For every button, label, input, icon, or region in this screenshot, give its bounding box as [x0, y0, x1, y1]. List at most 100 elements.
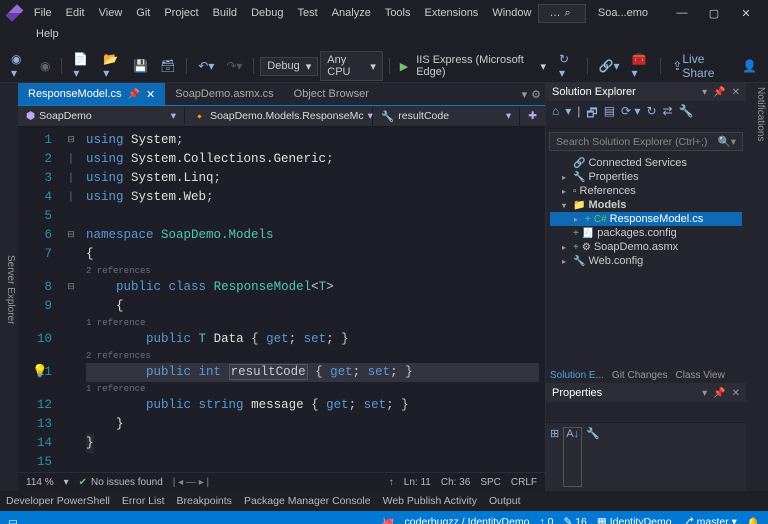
tab-web-publish[interactable]: Web Publish Activity — [383, 495, 477, 507]
menu-build[interactable]: Build — [206, 4, 244, 22]
minimize-button[interactable]: — — [666, 0, 698, 26]
liveshare-button[interactable]: ⇪ Live Share — [667, 49, 735, 83]
codelens[interactable]: 1 reference — [86, 382, 539, 396]
feedback-button[interactable]: 👤 — [737, 56, 762, 76]
tab-class-view[interactable]: Class View — [676, 370, 725, 381]
open-button[interactable]: 📂▾ — [98, 49, 126, 83]
menu-window[interactable]: Window — [485, 4, 538, 22]
browser-link-button[interactable]: 🔗▾ — [594, 56, 625, 76]
panel-dropdown-icon[interactable]: ▾ — [702, 87, 707, 98]
tab-soapdemo-asmx[interactable]: SoapDemo.asmx.cs — [165, 83, 283, 105]
nav-member[interactable]: 🔧resultCode▾ — [373, 108, 520, 125]
spaces-indicator[interactable]: SPC — [480, 477, 501, 488]
se-home-icon[interactable]: ⌂ — [552, 104, 559, 125]
tab-dev-powershell[interactable]: Developer PowerShell — [6, 495, 110, 507]
menu-git[interactable]: Git — [129, 4, 157, 22]
panel-dropdown-icon[interactable]: ▾ — [702, 388, 707, 399]
codelens[interactable]: 2 references — [86, 264, 539, 278]
menu-edit[interactable]: Edit — [59, 4, 92, 22]
menu-debug[interactable]: Debug — [244, 4, 290, 22]
close-tab-icon[interactable]: ✕ — [146, 88, 155, 101]
prop-cat-icon[interactable]: ⊞ — [550, 427, 559, 487]
pin-icon[interactable]: 📌 — [713, 87, 725, 98]
tab-package-manager[interactable]: Package Manager Console — [244, 495, 371, 507]
tree-web-config[interactable]: ▸🔧Web.config — [550, 254, 742, 268]
split-icon[interactable]: ✚ — [520, 108, 545, 124]
config-select[interactable]: Debug▾ — [260, 57, 318, 76]
prop-sort-icon[interactable]: A↓ — [563, 427, 582, 487]
issues-status[interactable]: No issues found — [91, 477, 163, 488]
se-b1-icon[interactable]: ⟳ ▾ — [621, 104, 640, 125]
se-wrench-icon[interactable]: 🔧 — [679, 104, 694, 125]
sync-status[interactable]: ↑ 0 — [539, 516, 553, 524]
pin-icon[interactable]: 📌 — [128, 89, 140, 100]
tree-properties[interactable]: ▸🔧Properties — [550, 170, 742, 184]
tab-solution-explorer[interactable]: Solution E... — [550, 370, 604, 381]
tab-server-explorer[interactable]: Server Explorer — [3, 251, 18, 328]
tab-breakpoints[interactable]: Breakpoints — [176, 495, 231, 507]
menu-project[interactable]: Project — [157, 4, 205, 22]
menu-file[interactable]: File — [27, 4, 59, 22]
save-button[interactable]: 💾 — [128, 56, 153, 76]
se-refresh-icon[interactable]: ↻ — [646, 104, 656, 125]
refresh-button[interactable]: ↻ ▾ — [554, 49, 581, 83]
menu-tools[interactable]: Tools — [378, 4, 418, 22]
tree-soapdemo-asmx[interactable]: ▸+⚙SoapDemo.asmx — [550, 240, 742, 254]
run-target-select[interactable]: IIS Express (Microsoft Edge)▾ — [410, 52, 552, 80]
menu-analyze[interactable]: Analyze — [325, 4, 378, 22]
se-sync-icon[interactable]: 🗗 — [586, 104, 597, 125]
char-indicator[interactable]: Ch: 36 — [441, 477, 470, 488]
line-indicator[interactable]: Ln: 11 — [404, 477, 431, 488]
new-item-button[interactable]: 📄▾ — [68, 49, 96, 83]
output-window-icon[interactable]: ▭ — [8, 516, 18, 524]
commits-status[interactable]: ✎ 16 — [563, 516, 586, 524]
nav-class[interactable]: 🔸SoapDemo.Models.ResponseMc▾ — [185, 108, 373, 125]
notifications-icon[interactable]: 🔔 — [747, 516, 760, 524]
source[interactable]: using System; using System.Collections.G… — [80, 127, 545, 472]
se-switch-icon[interactable]: ▾ — [565, 104, 571, 125]
tab-responsemodel[interactable]: ResponseModel.cs📌✕ — [18, 83, 165, 105]
menu-view[interactable]: View — [92, 4, 130, 22]
nav-project[interactable]: ⬢SoapDemo▾ — [18, 108, 185, 124]
menu-help[interactable]: Help — [14, 25, 66, 43]
fold-gutter[interactable]: ⊟│││⊟⊟ — [62, 127, 80, 472]
nav-back-button[interactable]: ◉ ▾ — [6, 49, 33, 83]
quick-search-input[interactable]: …⌕ — [538, 4, 585, 23]
tab-overflow-icon[interactable]: ▾ — [522, 88, 528, 101]
platform-select[interactable]: Any CPU▾ — [320, 51, 383, 81]
branch-indicator[interactable]: ⎇ master ▾ — [682, 516, 737, 524]
tab-gear-icon[interactable]: ⚙ — [531, 88, 541, 101]
close-panel-icon[interactable]: ✕ — [732, 87, 740, 98]
solution-search-input[interactable]: Search Solution Explorer (Ctrl+;)🔍▾ — [549, 132, 743, 151]
tree-models-folder[interactable]: ▾📁Models — [550, 198, 742, 212]
lightbulb-icon[interactable]: 💡 — [32, 363, 48, 382]
selected-identifier[interactable]: resultCode — [229, 364, 308, 380]
tab-git-changes[interactable]: Git Changes — [612, 370, 668, 381]
solution-tree[interactable]: 🔗Connected Services ▸🔧Properties ▸▫Refer… — [546, 154, 746, 368]
pin-icon[interactable]: 📌 — [713, 388, 725, 399]
close-button[interactable]: ✕ — [730, 0, 762, 26]
codelens[interactable]: 2 references — [86, 349, 539, 363]
run-button[interactable]: ▶ — [400, 60, 408, 73]
zoom-level[interactable]: 114 % — [26, 477, 54, 488]
codelens[interactable]: 1 reference — [86, 316, 539, 330]
code-editor[interactable]: 123456789101112131415 ⊟│││⊟⊟ using Syste… — [18, 127, 545, 472]
error-nav[interactable]: | ◂ — ▸ | — [173, 477, 209, 488]
se-tree-icon[interactable]: ▤ — [604, 104, 615, 125]
undo-button[interactable]: ↶▾ — [193, 56, 219, 76]
tree-references[interactable]: ▸▫References — [550, 184, 742, 198]
redo-button[interactable]: ↷▾ — [221, 56, 247, 76]
tab-object-browser[interactable]: Object Browser — [284, 83, 379, 105]
tab-error-list[interactable]: Error List — [122, 495, 165, 507]
tab-output[interactable]: Output — [489, 495, 521, 507]
save-all-button[interactable]: 🗃 — [155, 56, 180, 76]
lineending-indicator[interactable]: CRLF — [511, 477, 537, 488]
nav-fwd-button[interactable]: ◉ — [35, 56, 55, 76]
tree-packages-config[interactable]: +🧾packages.config — [550, 226, 742, 240]
tree-responsemodel-file[interactable]: ▸+C#ResponseModel.cs — [550, 212, 742, 226]
menu-test[interactable]: Test — [290, 4, 324, 22]
repo-name[interactable]: coderbugzz / IdentityDemo — [405, 516, 530, 524]
maximize-button[interactable]: ▢ — [698, 0, 730, 26]
fire-button[interactable]: 🧰▾ — [626, 49, 654, 83]
se-filter-icon[interactable]: ⇄ — [663, 104, 673, 125]
